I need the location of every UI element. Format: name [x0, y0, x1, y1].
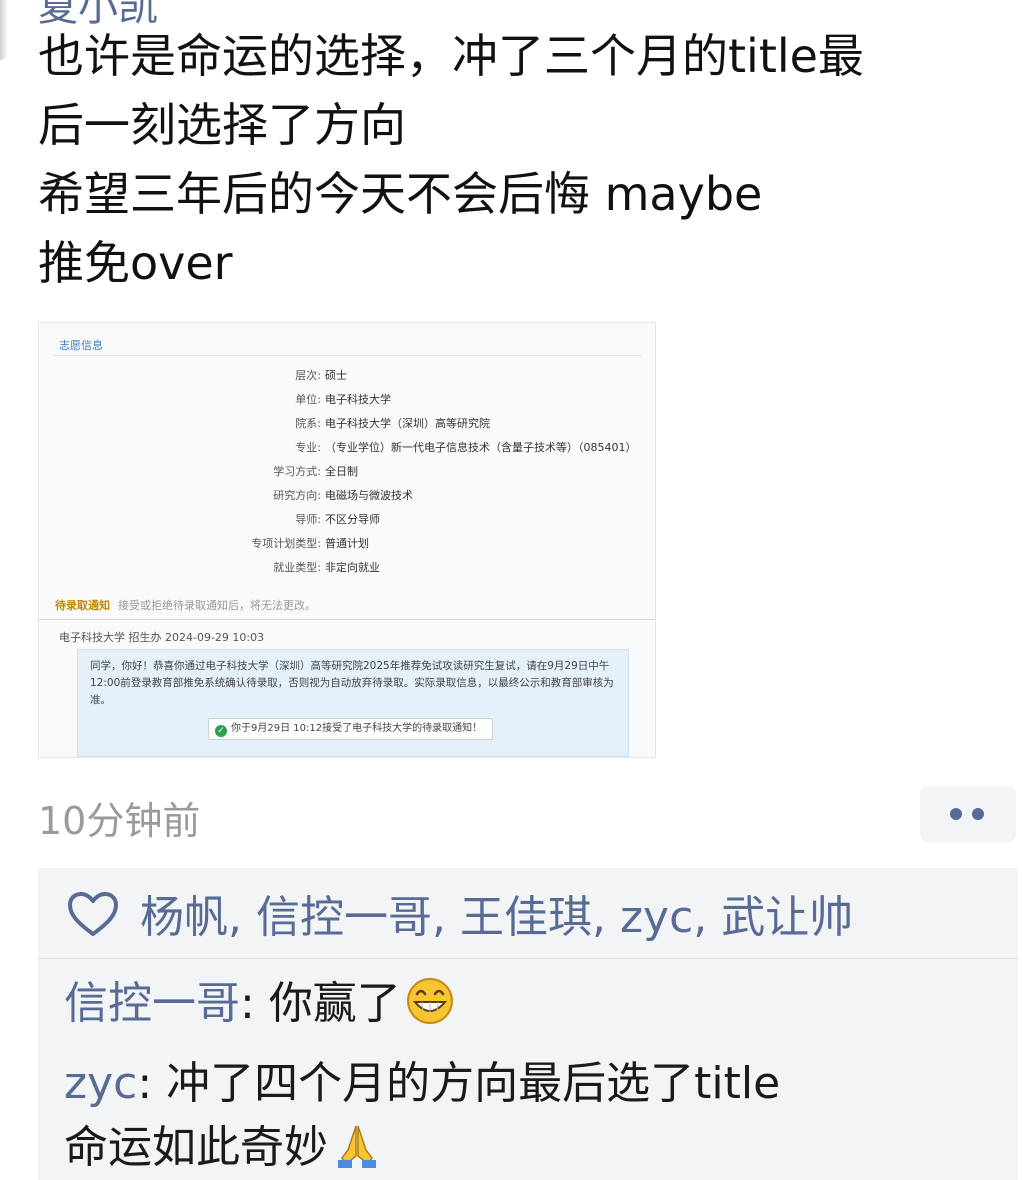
field-row: 导师: 不区分导师: [39, 511, 655, 527]
comment-author[interactable]: zyc: [64, 1058, 137, 1109]
field-label: 导师:: [295, 513, 321, 526]
comment-author[interactable]: 信控一哥: [64, 978, 240, 1029]
field-row: 层次: 硕士: [39, 367, 655, 383]
field-value: 普通计划: [325, 537, 369, 550]
field-label: 单位:: [295, 393, 321, 406]
field-value: 硕士: [325, 369, 347, 382]
heart-icon: [68, 892, 118, 936]
more-actions-button[interactable]: [920, 786, 1016, 842]
dot-icon: [972, 808, 984, 820]
grinning-face-emoji: [406, 978, 453, 1024]
field-label: 学习方式:: [273, 465, 321, 478]
field-row: 院系: 电子科技大学（深圳）高等研究院: [39, 415, 655, 431]
field-value: 电子科技大学: [325, 393, 391, 406]
post-text-line: 希望三年后的今天不会后悔 maybe: [38, 167, 763, 221]
comment[interactable]: 信控一哥: 你赢了: [64, 972, 455, 1036]
section-divider: [53, 355, 641, 356]
confirm-badge: ✓ 你于9月29日 10:12接受了电子科技大学的待录取通知！: [208, 718, 494, 740]
post-text-line: 也许是命运的选择，冲了三个月的title最: [38, 29, 864, 83]
avatar-edge: [0, 0, 8, 60]
field-value: （专业学位）新一代电子信息技术（含量子技术等）（085401）: [325, 441, 637, 454]
interactions-panel: 杨帆, 信控一哥, 王佳琪, zyc, 武让帅 信控一哥: 你赢了 zyc: 冲…: [38, 868, 1018, 1180]
field-row: 专项计划类型: 普通计划: [39, 535, 655, 551]
field-label: 就业类型:: [273, 561, 321, 574]
field-row: 单位: 电子科技大学: [39, 391, 655, 407]
notice-text: 接受或拒绝待录取通知后，将无法更改。: [118, 599, 316, 612]
field-label: 专业:: [295, 441, 321, 454]
field-value: 不区分导师: [325, 513, 380, 526]
field-value: 非定向就业: [325, 561, 380, 574]
like-name[interactable]: 王佳琪: [460, 892, 592, 943]
like-name[interactable]: zyc: [620, 892, 693, 943]
notice-bar: 待录取通知 接受或拒绝待录取通知后，将无法更改。: [55, 597, 316, 613]
field-value: 全日制: [325, 465, 358, 478]
field-row: 学习方式: 全日制: [39, 463, 655, 479]
dot-icon: [950, 808, 962, 820]
message-divider: [39, 619, 655, 620]
message-body: 同学，你好！恭喜你通过电子科技大学（深圳）高等研究院2025年推荐免试攻读研究生…: [90, 660, 614, 706]
comment-text: 你赢了: [268, 978, 401, 1029]
post-time: 10分钟前: [38, 799, 201, 843]
section-title: 志愿信息: [59, 339, 103, 352]
field-label: 专项计划类型:: [251, 537, 321, 550]
post-image[interactable]: 志愿信息 层次: 硕士 单位: 电子科技大学 院系: 电子科技大学（深圳）高等研…: [38, 322, 656, 758]
likes-row: 杨帆, 信控一哥, 王佳琪, zyc, 武让帅: [66, 888, 853, 948]
message-sender: 电子科技大学 招生办 2024-09-29 10:03: [59, 631, 265, 644]
field-label: 层次:: [295, 369, 321, 382]
field-value: 电磁场与微波技术: [325, 489, 413, 502]
comment[interactable]: zyc: 冲了四个月的方向最后选了title 命运如此奇妙: [64, 1052, 780, 1180]
comment-text: 冲了四个月的方向最后选了title: [166, 1058, 781, 1109]
like-name[interactable]: 武让帅: [721, 892, 853, 943]
field-row: 就业类型: 非定向就业: [39, 559, 655, 575]
folded-hands-emoji: [338, 1125, 376, 1168]
field-row: 专业: （专业学位）新一代电子信息技术（含量子技术等）（085401）: [39, 439, 655, 455]
confirm-text: 你于9月29日 10:12接受了电子科技大学的待录取通知！: [231, 723, 483, 734]
post-text: 也许是命运的选择，冲了三个月的title最 后一刻选择了方向 希望三年后的今天不…: [38, 22, 998, 298]
field-label: 院系:: [295, 417, 321, 430]
like-name[interactable]: 信控一哥: [256, 892, 432, 943]
post-text-line: 推免over: [38, 236, 233, 290]
comment-text: 命运如此奇妙: [64, 1122, 328, 1173]
like-name[interactable]: 杨帆: [140, 892, 228, 943]
moments-post: 夏小凯 也许是命运的选择，冲了三个月的title最 后一刻选择了方向 希望三年后…: [0, 0, 1022, 1180]
field-label: 研究方向:: [273, 489, 321, 502]
notice-tag: 待录取通知: [55, 599, 110, 612]
check-circle-icon: ✓: [215, 725, 227, 737]
field-row: 研究方向: 电磁场与微波技术: [39, 487, 655, 503]
likes-divider: [38, 958, 1018, 959]
field-value: 电子科技大学（深圳）高等研究院: [325, 417, 490, 430]
post-text-line: 后一刻选择了方向: [38, 98, 406, 152]
message-box: 同学，你好！恭喜你通过电子科技大学（深圳）高等研究院2025年推荐免试攻读研究生…: [77, 649, 629, 757]
